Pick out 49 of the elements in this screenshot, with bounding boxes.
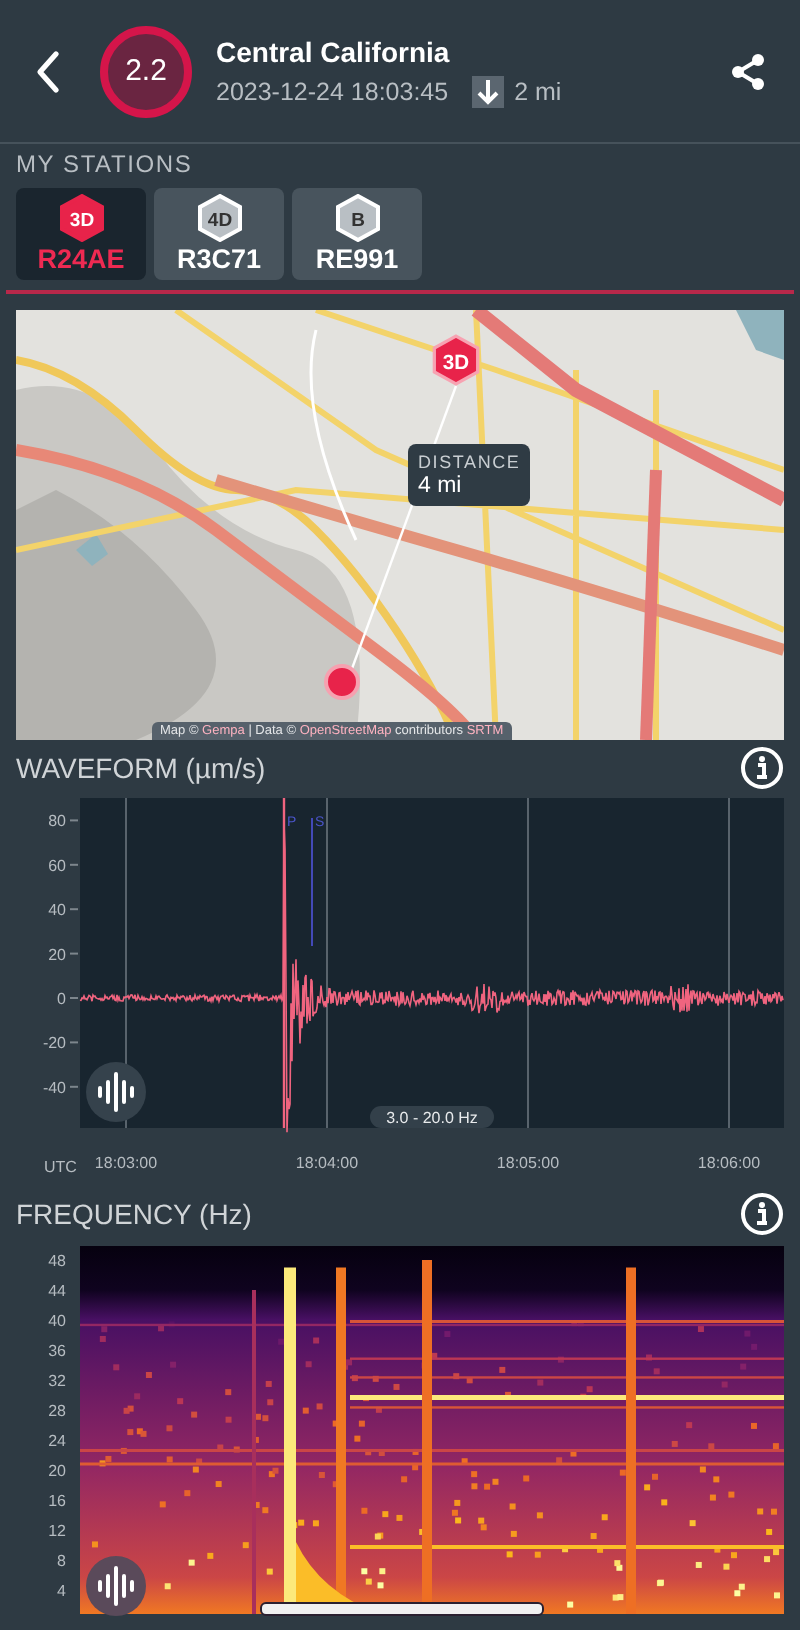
- station-tab[interactable]: 4D R3C71: [154, 188, 284, 280]
- axis-label: 4: [57, 1582, 66, 1600]
- share-icon: [730, 51, 766, 91]
- sound-icon[interactable]: [86, 1556, 146, 1616]
- station-marker[interactable]: 3D: [430, 334, 482, 386]
- axis-label: 18:03:00: [94, 1154, 158, 1172]
- axis-label: 60: [48, 856, 66, 875]
- down-arrow-icon: [472, 75, 505, 107]
- event-time: 2023-12-24 18:03:45: [216, 77, 449, 105]
- axis-label: 32: [48, 1372, 66, 1390]
- depth-text: 2 mi: [514, 77, 562, 105]
- axis-label: -40: [42, 1078, 66, 1097]
- info-icon[interactable]: [740, 746, 784, 790]
- station-tab[interactable]: B RE991: [292, 188, 422, 280]
- filter-label: 3.0 - 20.0 Hz: [370, 1106, 494, 1128]
- axis-label: 0: [57, 990, 66, 1008]
- axis-label: 8: [57, 1552, 66, 1570]
- axis-label: 20: [48, 1462, 66, 1480]
- sound-icon[interactable]: [86, 1062, 146, 1122]
- axis-label: 12: [48, 1522, 66, 1540]
- axis-unit: UTC: [44, 1158, 77, 1176]
- section-title: WAVEFORM (µm/s): [16, 752, 266, 784]
- station-badge: 4D: [195, 194, 243, 242]
- axis-label: 20: [48, 945, 66, 964]
- axis-label: 16: [48, 1492, 66, 1510]
- axis-label: -20: [42, 1034, 66, 1053]
- tooltip-value: 4 mi: [418, 474, 464, 498]
- axis-label: 18:06:00: [697, 1154, 761, 1172]
- axis-label: 40: [48, 1312, 66, 1330]
- magnitude-badge: 2.2: [100, 25, 192, 117]
- info-icon[interactable]: [740, 1192, 784, 1236]
- event-title: Central California: [216, 35, 452, 67]
- axis-label: 18:04:00: [295, 1154, 359, 1172]
- axis-label: 28: [48, 1402, 66, 1420]
- station-badge: B: [333, 194, 381, 242]
- axis-label: 48: [48, 1252, 66, 1270]
- axis-label: 24: [48, 1432, 66, 1450]
- back-icon: [34, 49, 62, 93]
- station-tab[interactable]: 3D R24AE: [16, 188, 146, 280]
- pick-line: [311, 817, 313, 947]
- axis-label: 80: [48, 812, 66, 831]
- axis-label: 40: [48, 901, 66, 920]
- station-badge: 3D: [57, 194, 105, 242]
- axis-label: 36: [48, 1342, 66, 1360]
- tooltip-label: DISTANCE: [418, 452, 521, 472]
- section-title: FREQUENCY (Hz): [16, 1198, 252, 1230]
- axis-label: 18:05:00: [496, 1154, 560, 1172]
- section-heading: MY STATIONS: [16, 150, 195, 178]
- axis-label: 44: [48, 1282, 66, 1300]
